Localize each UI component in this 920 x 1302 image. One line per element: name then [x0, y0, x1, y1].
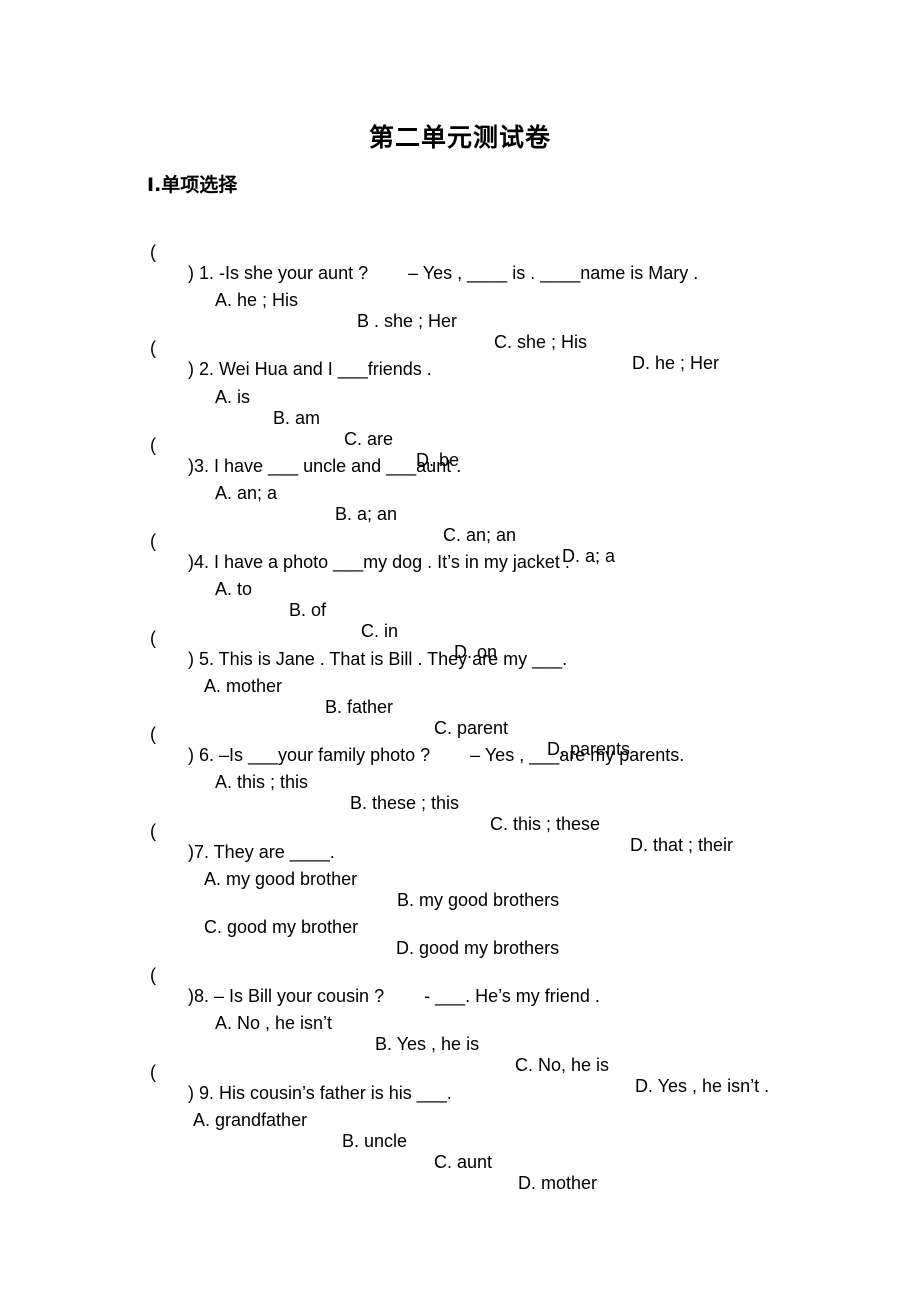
- option-b: B. of: [289, 600, 327, 620]
- option-a: A. No , he isn’t: [215, 1013, 333, 1033]
- question-text: ) 6. –Is ___your family photo ? – Yes , …: [188, 745, 685, 765]
- answer-paren[interactable]: (: [150, 628, 156, 649]
- option-c: C. No, he is: [515, 1055, 610, 1075]
- option-b: B. my good brothers: [397, 890, 560, 910]
- options-2: A. is B. am C. are D. be: [0, 366, 459, 471]
- question-text: )8. – Is Bill your cousin ? - ___. He’s …: [188, 986, 600, 1006]
- option-b: B. am: [273, 408, 321, 428]
- options-3: A. an; a B. a; an C. an; an D. a; a: [0, 462, 615, 567]
- option-b: B . she ; Her: [357, 311, 458, 331]
- question-text: )4. I have a photo ___my dog . It’s in m…: [188, 552, 570, 572]
- option-d: D. Yes , he isn’t .: [635, 1076, 770, 1096]
- option-d: D. he ; Her: [632, 353, 720, 373]
- question-5: ( ) 5. This is Jane . That is Bill . The…: [150, 607, 567, 670]
- option-d: D. that ; their: [630, 835, 734, 855]
- option-c: C. this ; these: [490, 814, 601, 834]
- question-text: )7. They are ____.: [188, 842, 335, 862]
- answer-paren[interactable]: (: [150, 242, 156, 263]
- option-c: C. parent: [434, 718, 509, 738]
- option-b: B. these ; this: [350, 793, 460, 813]
- option-c: C. are: [344, 429, 394, 449]
- option-a: A. grandfather: [193, 1110, 308, 1130]
- options-8: A. No , he isn’t B. Yes , he is C. No, h…: [0, 992, 769, 1097]
- answer-paren[interactable]: (: [150, 724, 156, 745]
- options-9: A. grandfather B. uncle C. aunt D. mothe…: [0, 1089, 597, 1194]
- option-a: A. mother: [204, 676, 283, 696]
- question-text: ) 9. His cousin’s father is his ___.: [188, 1083, 452, 1103]
- option-b: B. uncle: [342, 1131, 408, 1151]
- question-text: ) 5. This is Jane . That is Bill . They …: [188, 649, 568, 669]
- answer-paren[interactable]: (: [150, 821, 156, 842]
- option-c: C. good my brother: [204, 917, 359, 937]
- option-c: C. in: [361, 621, 399, 641]
- option-c: C. she ; His: [494, 332, 588, 352]
- section-heading: Ⅰ.单项选择: [147, 174, 238, 196]
- option-a: A. he ; His: [215, 290, 299, 310]
- option-b: B. a; an: [335, 504, 398, 524]
- option-c: C. an; an: [443, 525, 517, 545]
- question-2: ( ) 2. Wei Hua and I ___friends .: [150, 317, 432, 380]
- question-3: ( )3. I have ___ uncle and ___aunt .: [150, 414, 461, 477]
- question-8: ( )8. – Is Bill your cousin ? - ___. He’…: [150, 944, 600, 1007]
- options-6: A. this ; this B. these ; this C. this ;…: [0, 751, 733, 856]
- option-d: D. mother: [518, 1173, 598, 1193]
- option-b: B. Yes , he is: [375, 1034, 480, 1054]
- question-4: ( )4. I have a photo ___my dog . It’s in…: [150, 510, 570, 573]
- answer-paren[interactable]: (: [150, 435, 156, 456]
- option-a: A. is: [215, 387, 251, 407]
- question-text: ) 2. Wei Hua and I ___friends .: [188, 359, 432, 379]
- option-a: A. this ; this: [215, 772, 309, 792]
- question-text: ) 1. -Is she your aunt ? – Yes , ____ is…: [188, 263, 699, 283]
- options-7-row-2: C. good my brother D. good my brothers: [0, 896, 559, 959]
- answer-paren[interactable]: (: [150, 965, 156, 986]
- options-4: A. to B. of C. in D. on: [0, 558, 497, 663]
- options-5: A. mother B. father C. parent D. parents: [0, 655, 630, 760]
- answer-paren[interactable]: (: [150, 338, 156, 359]
- option-a: A. to: [215, 579, 253, 599]
- page-title: 第二单元测试卷: [368, 123, 551, 152]
- option-c: C. aunt: [434, 1152, 493, 1172]
- question-text: )3. I have ___ uncle and ___aunt .: [188, 456, 462, 476]
- question-9: ( ) 9. His cousin’s father is his ___.: [150, 1041, 452, 1104]
- question-1: ( ) 1. -Is she your aunt ? – Yes , ____ …: [150, 221, 698, 284]
- question-6: ( ) 6. –Is ___your family photo ? – Yes …: [150, 703, 684, 766]
- option-a: A. an; a: [215, 483, 278, 503]
- option-b: B. father: [325, 697, 394, 717]
- option-d: D. good my brothers: [396, 938, 560, 958]
- options-1: A. he ; His B . she ; Her C. she ; His D…: [0, 269, 719, 374]
- answer-paren[interactable]: (: [150, 1062, 156, 1083]
- answer-paren[interactable]: (: [150, 531, 156, 552]
- question-7: ( )7. They are ____.: [150, 800, 335, 863]
- option-a: A. my good brother: [204, 869, 358, 889]
